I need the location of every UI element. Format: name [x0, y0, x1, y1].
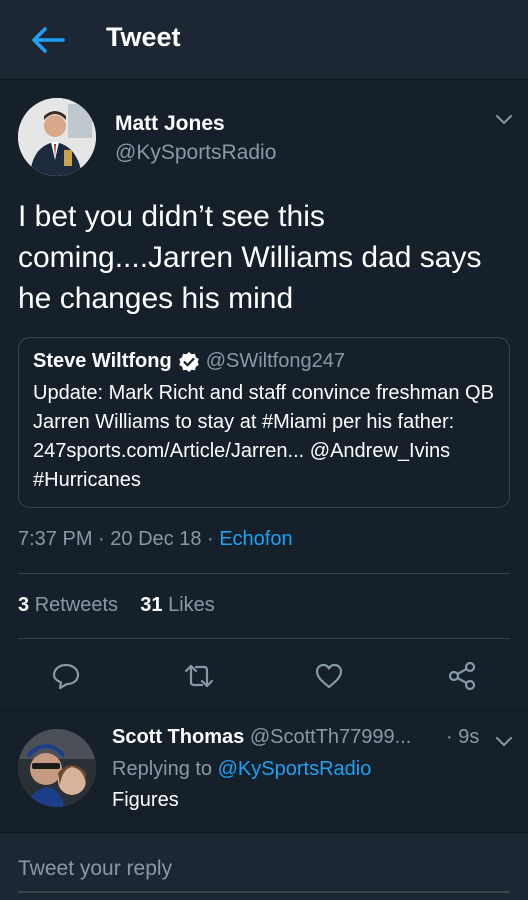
section-separator: [0, 710, 528, 711]
tweet-actions: [0, 650, 528, 700]
retweets-stat[interactable]: 3 Retweets: [18, 594, 118, 616]
share-icon: [448, 661, 476, 691]
page-title: Tweet: [106, 22, 181, 52]
tweet-time: 7:37 PM: [18, 528, 93, 550]
author-avatar[interactable]: [18, 98, 96, 176]
retweet-button[interactable]: [181, 658, 217, 694]
quoted-tweet[interactable]: Steve Wiltfong @SWiltfong247 Update: Mar…: [18, 337, 510, 508]
replying-to-mention[interactable]: @KySportsRadio: [218, 758, 372, 780]
tweet-text: I bet you didn’t see this coming....Jarr…: [18, 200, 482, 315]
retweet-icon: [184, 664, 214, 688]
heart-icon: [315, 663, 343, 689]
comment-icon: [52, 663, 80, 690]
reply-input[interactable]: [18, 854, 510, 884]
meta-separator: ·: [98, 528, 111, 550]
likes-label: Likes: [168, 594, 215, 616]
chevron-down-icon: [496, 115, 512, 124]
reply-time-value: 9s: [458, 726, 480, 748]
reply-author-photo: [18, 729, 96, 807]
quoted-tweet-header: Steve Wiltfong @SWiltfong247: [33, 350, 345, 373]
top-app-bar: Tweet: [0, 0, 528, 80]
retweets-label: Retweets: [34, 594, 119, 616]
reply-button[interactable]: [48, 658, 84, 694]
arrow-left-icon: [32, 27, 65, 53]
retweets-count: 3: [18, 594, 30, 616]
tweet-date: 20 Dec 18: [110, 528, 202, 550]
divider: [18, 573, 510, 574]
like-button[interactable]: [311, 658, 347, 694]
tweet-metadata: 7:37 PM · 20 Dec 18 · Echofon: [18, 528, 293, 551]
replying-prefix: Replying to: [112, 758, 213, 780]
reply-menu-button[interactable]: [490, 728, 518, 756]
quoted-author-name: Steve Wiltfong: [33, 350, 172, 372]
tweet-menu-button[interactable]: [490, 106, 518, 134]
author-handle[interactable]: @KySportsRadio: [115, 141, 276, 165]
replying-to-line: Replying to @KySportsRadio: [112, 758, 371, 781]
verified-badge-icon: [178, 351, 200, 373]
reply-author-handle[interactable]: @ScottTh77999...: [250, 726, 412, 748]
divider: [18, 638, 510, 639]
reply-header: Scott Thomas @ScottTh77999...: [112, 726, 411, 749]
reply-compose-bar: [0, 832, 528, 900]
meta-separator: ·: [207, 528, 220, 550]
share-button[interactable]: [444, 658, 480, 694]
tweet-source-link[interactable]: Echofon: [219, 528, 292, 550]
engagement-stats: 3 Retweets 31 Likes: [18, 594, 215, 617]
reply-timestamp: · 9s: [446, 726, 480, 748]
likes-count: 31: [140, 594, 163, 616]
reply-text: Figures: [112, 789, 179, 811]
reply-author-name[interactable]: Scott Thomas: [112, 726, 244, 748]
likes-stat[interactable]: 31 Likes: [140, 594, 215, 616]
back-button[interactable]: [28, 20, 68, 60]
author-photo: [18, 98, 96, 176]
chevron-down-icon: [496, 737, 512, 746]
reply-author-avatar[interactable]: [18, 729, 96, 807]
quoted-tweet-text: Update: Mark Richt and staff convince fr…: [33, 382, 494, 491]
quoted-author-handle: @SWiltfong247: [205, 350, 345, 372]
author-name[interactable]: Matt Jones: [115, 112, 225, 136]
reply-input-underline: [18, 891, 510, 893]
